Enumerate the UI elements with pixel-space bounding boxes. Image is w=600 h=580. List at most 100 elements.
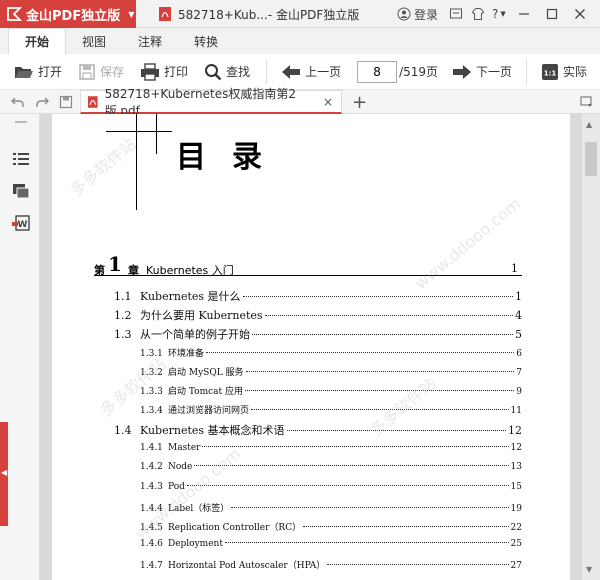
watermark: 多多软件站	[66, 134, 140, 201]
toc-entry-page: 12	[510, 443, 522, 453]
toc-entry[interactable]: 1.4.3 Pod 15	[140, 482, 522, 498]
maximize-button[interactable]	[538, 0, 566, 28]
quick-save-icon[interactable]	[56, 92, 76, 112]
collapse-bar-icon[interactable]	[12, 118, 30, 126]
tab-list-icon[interactable]	[580, 94, 594, 108]
close-tab-icon[interactable]: ×	[323, 95, 333, 109]
window-title: 582718+Kub...- 金山PDF独立版	[158, 0, 359, 28]
chapter-number: 1	[108, 252, 122, 276]
toc-leader	[303, 526, 509, 527]
page-number-input[interactable]	[357, 60, 398, 83]
toc-entry[interactable]: 1.4.6 Deployment 25	[140, 539, 522, 555]
pdf-to-word-icon[interactable]: W	[12, 214, 30, 232]
toc-entry-page: 25	[510, 539, 522, 549]
toc-entry-page: 6	[516, 349, 522, 359]
toc-entry-number: 1.4.3	[140, 482, 163, 492]
toc-entry-number: 1.4.7	[140, 561, 163, 571]
toc-entry-page: 11	[510, 406, 522, 416]
toc-entry-title: Deployment	[168, 539, 223, 549]
toc-entry[interactable]: 1.4.4 Label（标签） 19	[140, 501, 522, 517]
printer-icon	[141, 62, 160, 81]
minimize-button[interactable]	[510, 0, 538, 28]
title-controls: 登录 ? ▼	[396, 0, 594, 28]
toc-entry[interactable]: 1.3.2 启动 MySQL 服务 7	[140, 365, 522, 381]
page-total: /519页	[399, 65, 439, 79]
close-window-button[interactable]	[566, 0, 594, 28]
outline-icon[interactable]	[12, 150, 30, 168]
thumbnails-icon[interactable]	[12, 182, 30, 200]
pdf-file-icon	[159, 7, 171, 21]
sidebar-toggle-handle[interactable]: ◀	[0, 422, 8, 526]
toolbar-divider	[266, 59, 268, 84]
toc-entry-title: Master	[168, 443, 201, 453]
open-button[interactable]: 打开	[14, 63, 62, 81]
toc-entry-page: 15	[510, 482, 522, 492]
tab-convert[interactable]: 转换	[178, 28, 234, 54]
app-menu-button[interactable]: 金山PDF独立版 ▼	[0, 0, 136, 28]
toc-entry-page: 13	[510, 462, 522, 472]
tab-start[interactable]: 开始	[8, 28, 67, 54]
toolbar-divider-2	[526, 59, 528, 84]
skin-icon[interactable]	[470, 6, 486, 22]
toc-leader	[202, 446, 509, 447]
crop-mark	[156, 114, 157, 154]
print-button[interactable]: 打印	[140, 62, 188, 81]
toc-entry-number: 1.3.2	[140, 368, 163, 378]
toc-entry-number: 1.3.1	[140, 349, 163, 359]
document-tab[interactable]: 582718+Kubernetes权威指南第2版.pdf ×	[80, 87, 342, 118]
prev-page-button[interactable]: 上一页	[281, 63, 341, 80]
toc-entry[interactable]: 1.4 Kubernetes 基本概念和术语 12	[114, 422, 522, 438]
toc-entry[interactable]: 1.3.4 通过浏览器访问网页 11	[140, 403, 522, 419]
help-button[interactable]: ? ▼	[492, 7, 506, 21]
new-tab-button[interactable]: +	[352, 90, 367, 114]
toc-leader	[245, 390, 515, 391]
arrow-left-icon	[282, 64, 301, 79]
watermark: www.ddooo.com	[411, 193, 525, 294]
title-bar: 金山PDF独立版 ▼ 582718+Kub...- 金山PDF独立版 登录 ? …	[0, 0, 600, 28]
tab-view[interactable]: 视图	[66, 28, 122, 54]
chapter-page: 1	[511, 262, 518, 275]
toc-entry[interactable]: 1.4.1 Master 12	[140, 443, 522, 459]
toc-entry[interactable]: 1.2 为什么要用 Kubernetes 4	[114, 307, 522, 323]
open-label: 打开	[38, 65, 63, 79]
toc-entry[interactable]: 1.3.3 启动 Tomcat 应用 9	[140, 384, 522, 400]
scroll-down-icon[interactable]: ▼	[586, 565, 592, 574]
toc-entry[interactable]: 1.1 Kubernetes 是什么 1	[114, 288, 522, 304]
toc-entry[interactable]: 1.4.5 Replication Controller（RC） 22	[140, 520, 522, 536]
user-icon[interactable]	[396, 6, 412, 22]
next-page-button[interactable]: 下一页	[452, 63, 512, 80]
login-link[interactable]: 登录	[414, 6, 438, 23]
svg-text:W: W	[18, 220, 28, 230]
chapter-heading: 第 1 章 Kubernetes 入门 1	[94, 252, 522, 277]
find-button[interactable]: 查找	[204, 63, 250, 81]
toc-leader	[194, 465, 509, 466]
arrow-right-icon	[453, 64, 472, 79]
ribbon-tabs: 开始 视图 注释 转换	[0, 28, 600, 54]
pdf-page: 目录 第 1 章 Kubernetes 入门 1 1.1 Kubernetes 是…	[52, 114, 570, 580]
redo-icon[interactable]	[32, 92, 52, 112]
chapter-suffix: 章	[128, 264, 139, 277]
save-icon	[79, 63, 95, 80]
toc-entry-title: Node	[168, 462, 193, 472]
toc-entry-number: 1.1	[114, 290, 132, 303]
toc-entry[interactable]: 1.3.1 环境准备 6	[140, 346, 522, 362]
toc-leader	[252, 334, 513, 335]
toc-entry-title: 为什么要用 Kubernetes	[140, 309, 263, 322]
scroll-thumb[interactable]	[585, 142, 597, 176]
expand-arrow-icon: ◀	[1, 468, 8, 477]
toc-entry[interactable]: 1.3 从一个简单的例子开始 5	[114, 326, 522, 342]
scroll-up-icon[interactable]: ▲	[586, 120, 592, 129]
toc-entry[interactable]: 1.4.7 Horizontal Pod Autoscaler（HPA） 27	[140, 558, 522, 574]
toc-entry[interactable]: 1.4.2 Node 13	[140, 462, 522, 478]
toc-entry-title: Kubernetes 是什么	[140, 290, 241, 303]
undo-icon[interactable]	[8, 92, 28, 112]
actual-size-button[interactable]: 1:1 实际	[541, 63, 587, 81]
message-icon[interactable]	[448, 6, 464, 22]
toc-leader	[242, 296, 513, 297]
toc-leader	[245, 371, 515, 372]
tab-annotate[interactable]: 注释	[122, 28, 178, 54]
toc-entry-title: Kubernetes 基本概念和术语	[140, 424, 285, 437]
toc-entry-title: 从一个简单的例子开始	[140, 328, 250, 341]
vertical-scrollbar[interactable]: ▲ ▼	[582, 114, 600, 580]
save-button[interactable]: 保存	[78, 63, 124, 81]
